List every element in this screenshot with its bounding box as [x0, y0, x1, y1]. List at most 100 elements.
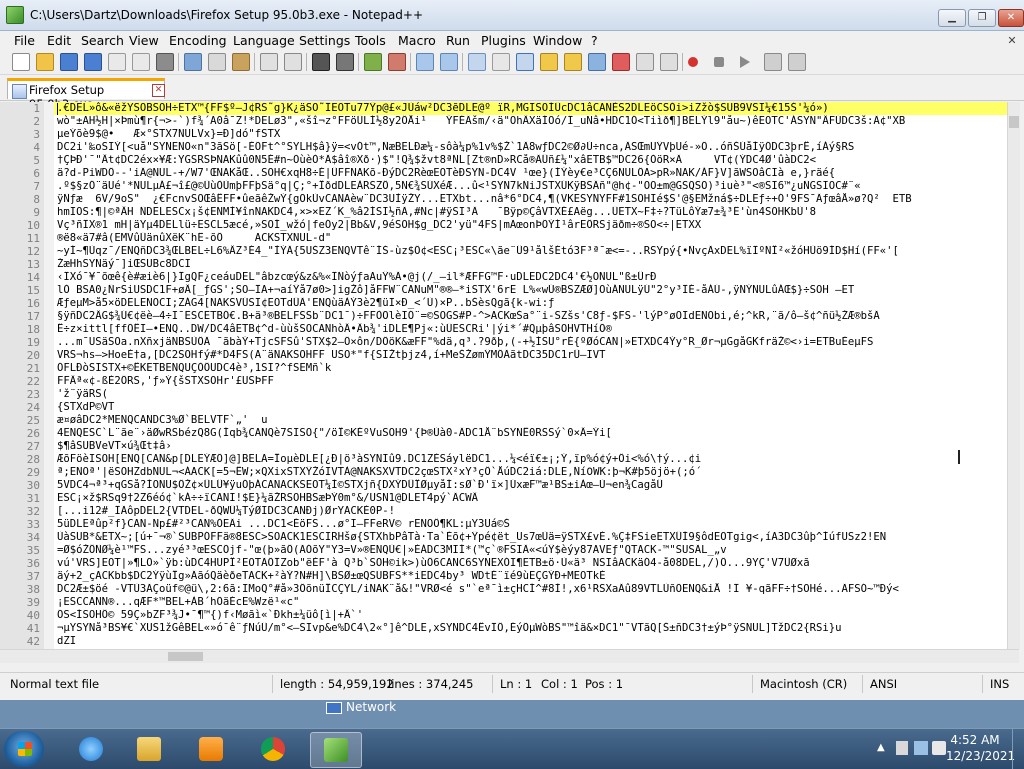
menu-plugins[interactable]: Plugins — [481, 33, 526, 48]
minimize-button[interactable]: ▁ — [938, 9, 966, 27]
monitoring-icon[interactable] — [660, 53, 678, 71]
action-center-icon[interactable] — [896, 741, 908, 755]
paste-icon[interactable] — [232, 53, 250, 71]
record-macro-icon[interactable] — [688, 57, 698, 67]
stop-recording-icon[interactable] — [714, 57, 724, 67]
tray-expand-icon[interactable]: ▲ — [877, 742, 885, 753]
save-icon[interactable] — [60, 53, 78, 71]
tab-close-icon[interactable]: ✕ — [152, 84, 165, 97]
zoom-in-icon[interactable] — [364, 53, 382, 71]
document-map-icon[interactable] — [564, 53, 582, 71]
maximize-button[interactable]: ❐ — [968, 9, 996, 27]
clock-time[interactable]: 4:52 AM — [946, 733, 1004, 747]
vertical-scroll-thumb[interactable] — [1009, 116, 1019, 128]
text-line: 'ž¨ÿäRS( — [57, 388, 109, 400]
close-all-icon[interactable] — [132, 53, 150, 71]
open-file-icon[interactable] — [36, 53, 54, 71]
menu-window[interactable]: Window — [533, 33, 582, 48]
horizontal-scroll-thumb[interactable] — [168, 652, 203, 661]
copy-icon[interactable] — [208, 53, 226, 71]
menu-encoding[interactable]: Encoding — [169, 33, 227, 48]
menu-language[interactable]: Language — [233, 33, 295, 48]
tab-strip: Firefox Setup 95.0b3.exe ✕ — [0, 76, 1024, 111]
taskbar-internet-explorer[interactable] — [66, 732, 116, 766]
tab-firefox-setup[interactable]: Firefox Setup 95.0b3.exe ✕ — [7, 78, 165, 111]
text-line: VRS¬hs—>HoeÈ†a,[DC2SOHfý#*D4FS(A¨äNAKSOH… — [57, 349, 606, 361]
line-number: 2 — [33, 115, 40, 128]
menu-settings[interactable]: Settings — [299, 33, 350, 48]
notepadpp-window: C:\Users\Dartz\Downloads\Firefox Setup 9… — [0, 0, 1024, 700]
find-icon[interactable] — [312, 53, 330, 71]
line-number: 4 — [33, 141, 40, 154]
line-number: 11 — [26, 232, 40, 245]
close-file-icon[interactable] — [108, 53, 126, 71]
undo-icon[interactable] — [260, 53, 278, 71]
line-number-gutter: 1 2 3 4 5 6 7 8 9 10 11 12 13 14 15 16 17 18 19 20 21 22 23 24 2… — [0, 102, 44, 649]
sync-vertical-icon[interactable] — [416, 53, 434, 71]
volume-icon[interactable] — [932, 741, 946, 755]
start-button[interactable] — [4, 731, 44, 767]
taskbar-file-explorer[interactable] — [124, 732, 174, 766]
windows-logo-icon — [18, 742, 32, 756]
notepadpp-app-icon[interactable] — [6, 6, 24, 24]
show-desktop-button[interactable] — [1012, 729, 1024, 769]
menu-help[interactable]: ? — [591, 33, 598, 48]
close-window-button[interactable]: ✕ — [998, 9, 1024, 27]
taskbar-notepadpp[interactable] — [310, 732, 362, 768]
redo-icon[interactable] — [284, 53, 302, 71]
print-icon[interactable] — [156, 53, 174, 71]
menu-macro[interactable]: Macro — [398, 33, 436, 48]
status-eol-format[interactable]: Macintosh (CR) — [760, 677, 847, 691]
menu-run[interactable]: Run — [446, 33, 470, 48]
play-macro-icon[interactable] — [740, 56, 750, 68]
status-insert-mode[interactable]: INS — [990, 677, 1009, 691]
menu-tools[interactable]: Tools — [355, 33, 386, 48]
line-number: 31 — [26, 492, 40, 505]
desktop-network-label[interactable]: Network — [346, 700, 396, 714]
word-wrap-icon[interactable] — [468, 53, 486, 71]
status-encoding[interactable]: ANSI — [870, 677, 897, 691]
close-document-icon[interactable]: ✕ — [1005, 34, 1019, 48]
document-list-icon[interactable] — [636, 53, 654, 71]
menu-search[interactable]: Search — [81, 33, 124, 48]
zoom-out-icon[interactable] — [388, 53, 406, 71]
indent-guide-icon[interactable] — [516, 53, 534, 71]
save-macro-icon[interactable] — [788, 53, 806, 71]
clock-date[interactable]: 12/23/2021 — [946, 749, 1015, 763]
new-file-icon[interactable] — [12, 53, 30, 71]
toolbar-separator — [306, 53, 307, 71]
status-lines: lines : 374,245 — [388, 677, 474, 691]
replace-icon[interactable] — [336, 53, 354, 71]
save-all-icon[interactable] — [84, 53, 102, 71]
text-line: vú'VRS]EOT|»¶LÕ»`ÿb:ùDC4HUPÎ²EOTÃÖÏZob"ë… — [57, 557, 810, 569]
text-line: hmIOS:¶|©ªÂH ÑDELESCx¡š¢ENMÌ¥înNAKDC4,×>… — [57, 206, 816, 218]
title-bar[interactable]: C:\Users\Dartz\Downloads\Firefox Setup 9… — [0, 0, 1024, 31]
menu-file[interactable]: File — [14, 33, 35, 48]
menu-view[interactable]: View — [129, 33, 159, 48]
show-all-characters-icon[interactable] — [492, 53, 510, 71]
status-file-type: Normal text file — [10, 677, 100, 691]
editor-area[interactable]: 1 2 3 4 5 6 7 8 9 10 11 12 13 14 15 16 17 18 19 20 21 22 23 24 2… — [0, 102, 1019, 649]
run-macro-multiple-icon[interactable] — [764, 53, 782, 71]
user-language-icon[interactable] — [540, 53, 558, 71]
taskbar-media-player[interactable] — [186, 732, 236, 766]
toolbar-separator — [178, 53, 179, 71]
network-icon[interactable] — [326, 702, 342, 714]
text-line: ÆõFöèISOH[ENQ[CAN&p[DLEÝÆÕ]@]BELA=ÎoµèDL… — [57, 453, 702, 465]
menu-edit[interactable]: Edit — [47, 33, 71, 48]
folder-as-workspace-icon[interactable] — [612, 53, 630, 71]
line-number: 32 — [26, 505, 40, 518]
line-number: 18 — [26, 323, 40, 336]
text-line: ä?d-PiWDÖ--'iÄ@NUL-+/W7'ŒNAKåŒ..SOH€xqH8… — [57, 167, 836, 179]
text-line: $¶âSUBVeVT×ú¾Œt‡â› — [57, 440, 172, 452]
vertical-scrollbar[interactable] — [1007, 102, 1020, 649]
text-line: ¡ESCCANN®...qÆF*™BEL+ÀB´hÕäÉcE%Wzë¹«c" — [57, 596, 300, 608]
line-number: 34 — [26, 531, 40, 544]
horizontal-scrollbar[interactable] — [0, 649, 1019, 663]
function-list-icon[interactable] — [588, 53, 606, 71]
taskbar-chrome[interactable] — [248, 732, 298, 766]
sync-horizontal-icon[interactable] — [440, 53, 458, 71]
cut-icon[interactable] — [184, 53, 202, 71]
line-number: 6 — [33, 167, 40, 180]
network-tray-icon[interactable] — [914, 741, 928, 755]
